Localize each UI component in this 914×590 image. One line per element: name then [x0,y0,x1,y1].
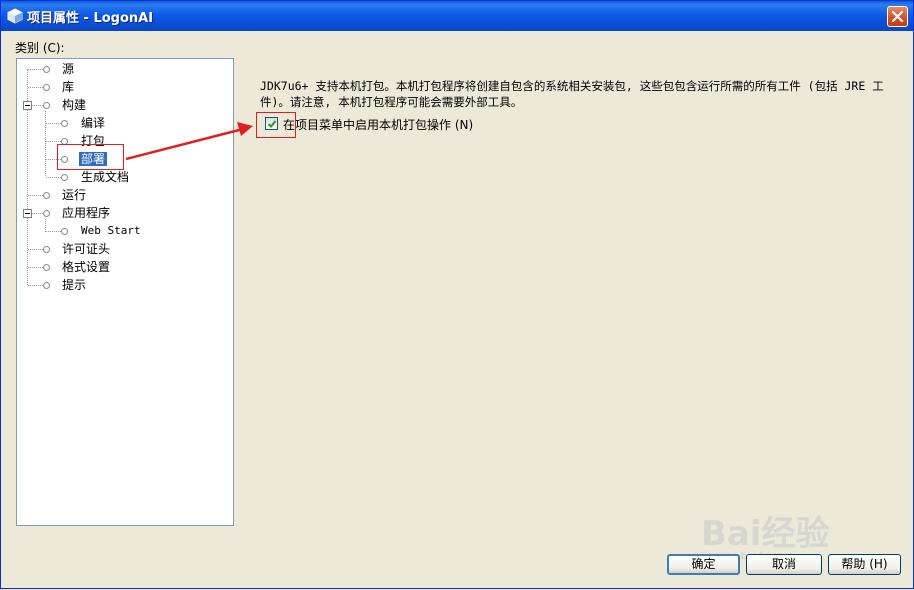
close-button[interactable] [887,6,908,27]
native-packaging-description: JDK7u6+ 支持本机打包。本机打包程序将创建自包含的系统相关安装包, 这些包… [260,78,885,110]
categories-label: 类别 (C): [15,41,65,55]
tree-item-compile[interactable]: 编译 [81,114,105,132]
tree-item-run[interactable]: 运行 [62,186,86,204]
tree-node-icon [43,282,50,289]
tree-node-icon [43,246,50,253]
tree-node-icon [43,264,50,271]
tree-item-libraries[interactable]: 库 [62,78,74,96]
netbeans-cube-icon [7,8,23,24]
description-line-2: 件)。请注意, 本机打包程序可能会需要外部工具。 [260,95,523,109]
tree-node-icon [61,120,68,127]
tree-guide-line [45,111,46,176]
tree-node-icon [43,102,50,109]
category-tree[interactable]: 源 库 构建 编译 打包 部署 生成文档 运行 应用程序 Web Start 许… [16,58,234,526]
description-line-1: JDK7u6+ 支持本机打包。本机打包程序将创建自包含的系统相关安装包, 这些包… [260,79,884,93]
baidu-watermark: Bai经验 [701,514,830,554]
tree-item-application[interactable]: 应用程序 [62,204,110,222]
tree-item-license-headers[interactable]: 许可证头 [62,240,110,258]
close-icon [891,10,904,23]
collapse-toggle[interactable] [23,209,32,218]
window-title: 项目属性 - LogonAI [27,11,154,26]
project-properties-dialog: 项目属性 - LogonAI 类别 (C): 源 库 构建 编译 打包 部署 生… [0,0,914,589]
ok-button[interactable]: 确定 [667,554,740,575]
tree-item-web-start[interactable]: Web Start [81,222,141,240]
tree-node-icon [43,210,50,217]
tree-item-formatting[interactable]: 格式设置 [62,258,110,276]
annotation-highlight-box [57,144,124,170]
tree-node-icon [43,84,50,91]
tree-node-icon [61,174,68,181]
annotation-highlight-box [256,112,296,138]
enable-native-packaging-label: 在项目菜单中启用本机打包操作 (N) [283,118,474,132]
tree-node-icon [43,66,50,73]
cancel-button[interactable]: 取消 [746,554,822,575]
tree-item-build[interactable]: 构建 [62,96,86,114]
title-bar[interactable]: 项目属性 - LogonAI [1,1,913,31]
tree-item-documenting[interactable]: 生成文档 [81,168,129,186]
tree-node-icon [61,228,68,235]
collapse-toggle[interactable] [23,101,32,110]
tree-item-source[interactable]: 源 [62,60,74,78]
tree-item-hints[interactable]: 提示 [62,276,86,294]
help-button[interactable]: 帮助 (H) [828,554,901,575]
tree-node-icon [43,192,50,199]
